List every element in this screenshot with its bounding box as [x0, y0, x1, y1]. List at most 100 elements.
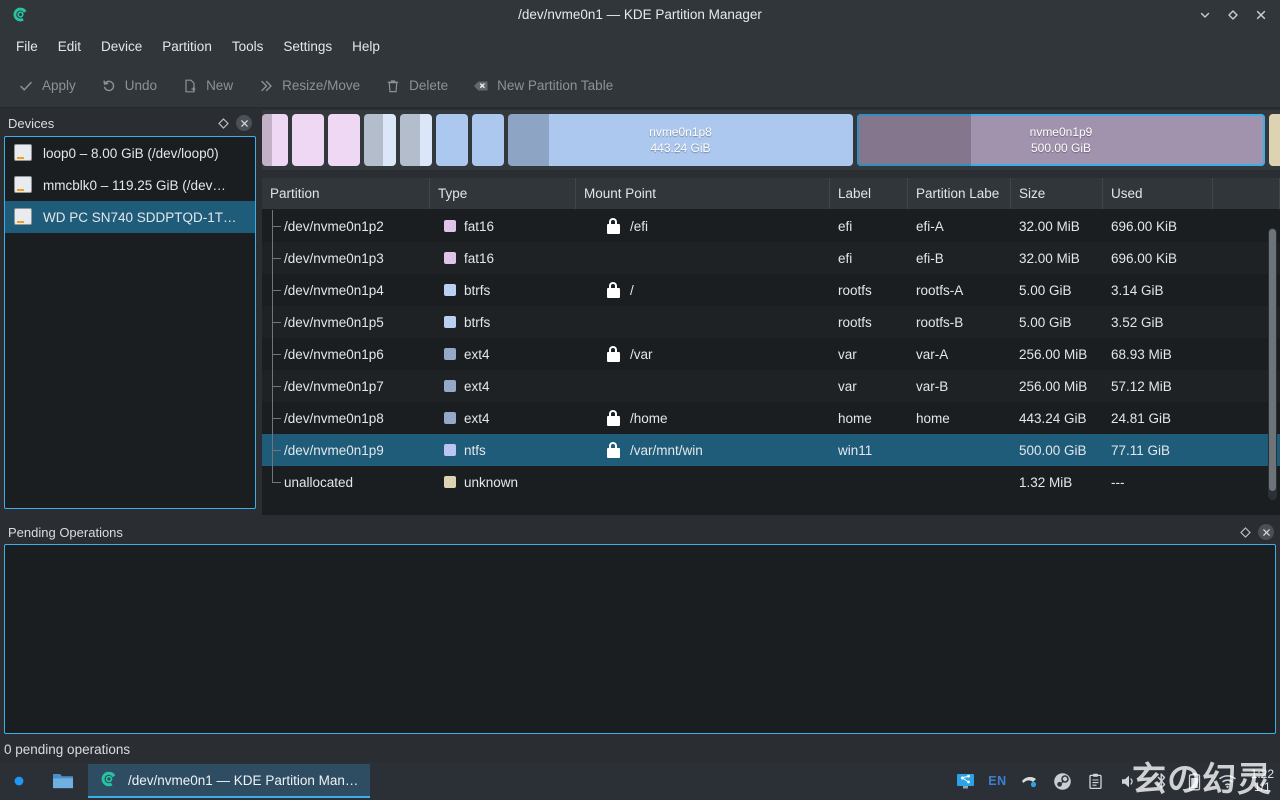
table-row[interactable]: /dev/nvme0n1p8 ext4/home home home 443.24 Gi… [262, 402, 1280, 434]
table-row[interactable]: /dev/nvme0n1p9 ntfs/var/mnt/win win11 500.0… [262, 434, 1280, 466]
taskbar-task-partitionmanager[interactable]: /dev/nvme0n1 — KDE Partition Man… [88, 764, 371, 798]
keyboard-layout-indicator[interactable]: EN [988, 774, 1006, 788]
menu-file[interactable]: File [6, 35, 48, 58]
menu-tools[interactable]: Tools [222, 35, 274, 58]
graph-block-5[interactable] [436, 114, 468, 166]
bluetooth-icon[interactable] [1152, 771, 1172, 791]
column-header-blank[interactable] [1213, 178, 1280, 209]
pending-operations-list[interactable] [4, 544, 1276, 734]
table-row[interactable]: /dev/nvme0n1p4 btrfs / rootfs rootfs-A 5.00 G… [262, 274, 1280, 306]
cell-label: rootfs [838, 314, 872, 330]
graph-block-4[interactable] [400, 114, 432, 166]
partition-graph[interactable]: nvme0n1p8 443.24 GiB nvme0n1p9 500.00 GiB [262, 110, 1280, 170]
graph-block-9[interactable] [1269, 114, 1280, 166]
close-button[interactable] [1248, 3, 1274, 27]
float-icon[interactable] [214, 114, 232, 132]
filesystem-color-swatch [444, 252, 456, 264]
table-row[interactable]: /dev/nvme0n1p2 fat16/efi efi efi-A 32.00 MiB… [262, 210, 1280, 242]
delete-button[interactable]: Delete [375, 72, 457, 100]
menu-help[interactable]: Help [342, 35, 390, 58]
tree-branch [262, 242, 284, 274]
table-row[interactable]: /dev/nvme0n1p7 ext4 var var-B 256.00 MiB 57.1… [262, 370, 1280, 402]
column-header-partition[interactable]: Partition [262, 178, 430, 209]
partition-table[interactable]: Partition Type Mount Point Label Partition L… [262, 178, 1280, 515]
table-row[interactable]: /dev/nvme0n1p3 fat16 efi efi-B 32.00 MiB 696.… [262, 242, 1280, 274]
maximize-button[interactable] [1220, 3, 1246, 27]
cell-label: efi [838, 250, 853, 266]
apply-button[interactable]: Apply [8, 72, 85, 100]
filesystem-color-swatch [444, 412, 456, 424]
menu-device[interactable]: Device [91, 35, 152, 58]
volume-icon[interactable] [1119, 771, 1139, 791]
column-header-type[interactable]: Type [430, 178, 576, 209]
clock-date: 1/1 [1253, 780, 1271, 794]
new-document-icon [181, 77, 199, 95]
input-device-icon[interactable] [1020, 771, 1040, 791]
column-header-used[interactable]: Used [1103, 178, 1213, 209]
undo-button[interactable]: Undo [91, 72, 166, 100]
drive-icon [13, 174, 33, 196]
titlebar[interactable]: /dev/nvme0n1 — KDE Partition Manager [0, 0, 1280, 29]
menu-settings[interactable]: Settings [273, 35, 342, 58]
network-display-icon[interactable] [955, 771, 975, 791]
column-header-partition-labe[interactable]: Partition Labe [908, 178, 1011, 209]
close-icon[interactable] [1258, 524, 1274, 540]
cell-type: btrfs [430, 315, 576, 330]
column-header-size[interactable]: Size [1011, 178, 1103, 209]
application-launcher-icon[interactable] [0, 762, 42, 800]
graph-block-2[interactable] [328, 114, 360, 166]
tree-branch [262, 210, 284, 242]
device-item-mmcblk0[interactable]: mmcblk0 – 119.25 GiB (/dev… [5, 169, 255, 201]
undo-label: Undo [124, 78, 158, 93]
device-item-wd-sn740[interactable]: WD PC SN740 SDDPTQD-1T… [5, 201, 255, 233]
file-manager-icon[interactable] [42, 762, 84, 800]
cell-type: fat16 [430, 251, 576, 266]
table-row[interactable]: /dev/nvme0n1p5 btrfs rootfs rootfs-B 5.00 Gi… [262, 306, 1280, 338]
cell-label: efi [838, 218, 853, 234]
partition-name: /dev/nvme0n1p4 [284, 282, 384, 298]
partition-name: /dev/nvme0n1p6 [284, 346, 384, 362]
close-icon[interactable] [236, 115, 252, 131]
menu-edit[interactable]: Edit [48, 35, 91, 58]
graph-block-3[interactable] [364, 114, 396, 166]
graph-block-used [400, 114, 421, 166]
cell-used: 24.81 GiB [1111, 410, 1172, 426]
partition-manager-window: /dev/nvme0n1 — KDE Partition Manager Fil… [0, 0, 1280, 800]
cell-size: 500.00 GiB [1019, 442, 1087, 458]
column-header-mount-point[interactable]: Mount Point [576, 178, 830, 209]
menu-partition[interactable]: Partition [152, 35, 222, 58]
new-button[interactable]: New [172, 72, 242, 100]
partition-name: /dev/nvme0n1p7 [284, 378, 384, 394]
float-icon[interactable] [1236, 523, 1254, 541]
cell-size: 443.24 GiB [1019, 410, 1087, 426]
minimize-button[interactable] [1192, 3, 1218, 27]
resize-move-button[interactable]: Resize/Move [248, 72, 369, 100]
graph-block-0[interactable] [262, 114, 288, 166]
steam-icon[interactable] [1053, 771, 1073, 791]
devices-list[interactable]: loop0 – 8.00 GiB (/dev/loop0) mmcblk0 – … [4, 136, 256, 509]
scrollbar-thumb[interactable] [1269, 229, 1276, 491]
cell-partition-label: efi-A [916, 218, 944, 234]
clipboard-icon[interactable] [1086, 771, 1106, 791]
graph-block-6[interactable] [472, 114, 504, 166]
table-scrollbar[interactable] [1268, 228, 1277, 500]
table-row[interactable]: unallocated unknown 1.32 MiB --- [262, 466, 1280, 498]
cell-size: 1.32 MiB [1019, 474, 1073, 490]
new-partition-table-label: New Partition Table [497, 78, 614, 93]
graph-block-1[interactable] [292, 114, 324, 166]
device-item-loop0[interactable]: loop0 – 8.00 GiB (/dev/loop0) [5, 137, 255, 169]
graph-block-nvme0n1p8[interactable]: nvme0n1p8 443.24 GiB [508, 114, 853, 166]
cell-mount-point: /var [576, 346, 830, 362]
mount-point-text: /var/mnt/win [630, 442, 703, 458]
table-row[interactable]: /dev/nvme0n1p6 ext4/var var var-A 256.00 MiB… [262, 338, 1280, 370]
clock[interactable]: 1:22 1/1 [1251, 768, 1274, 793]
mount-point-text: /home [630, 410, 668, 426]
graph-block-nvme0n1p9[interactable]: nvme0n1p9 500.00 GiB [857, 114, 1265, 166]
cell-label: var [838, 378, 857, 394]
wifi-icon[interactable] [1218, 771, 1238, 791]
column-header-label[interactable]: Label [830, 178, 908, 209]
new-partition-table-button[interactable]: New Partition Table [463, 72, 622, 100]
partition-table-body[interactable]: /dev/nvme0n1p2 fat16/efi efi efi-A 32.00 MiB… [262, 210, 1280, 498]
battery-icon[interactable] [1185, 771, 1205, 791]
drive-icon [13, 206, 33, 228]
